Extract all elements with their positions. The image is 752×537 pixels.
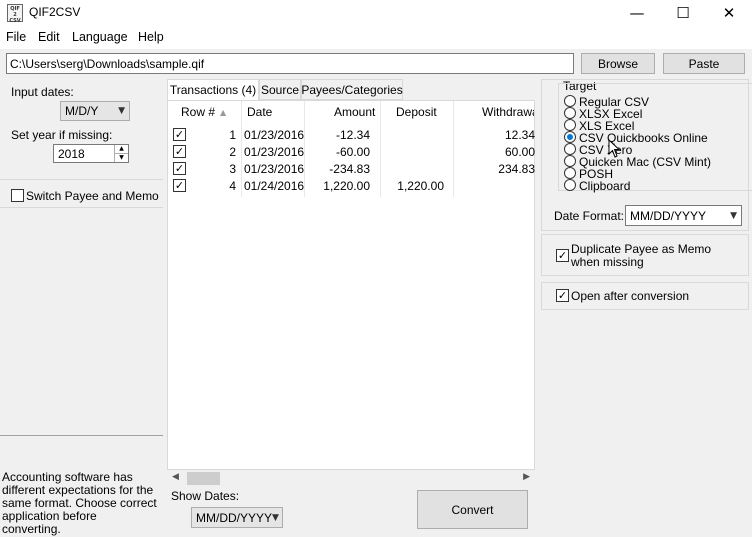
row-amount: -12.34: [335, 128, 370, 142]
row-checkbox[interactable]: ✓: [173, 145, 186, 158]
divider: [0, 207, 163, 208]
paste-button[interactable]: Paste: [663, 53, 745, 74]
row-date: 01/23/2016: [244, 128, 305, 142]
open-after-checkbox[interactable]: ✓: [556, 289, 569, 302]
table-row[interactable]: ✓ 1 01/23/2016 -12.34 12.34: [168, 126, 536, 143]
menu-edit[interactable]: Edit: [38, 30, 60, 44]
menu-language[interactable]: Language: [72, 30, 128, 44]
table-row[interactable]: ✓ 4 01/24/2016 1,220.00 1,220.00: [168, 177, 536, 194]
maximize-icon: ☐: [676, 4, 690, 22]
menu-help[interactable]: Help: [138, 30, 164, 44]
radio-posh[interactable]: [564, 167, 576, 179]
column-header[interactable]: Deposit: [396, 105, 437, 119]
row-deposit: 1,220.00: [397, 179, 444, 193]
row-number: 1: [229, 128, 236, 142]
scrollbar-thumb[interactable]: [187, 472, 220, 485]
scroll-left-icon[interactable]: ◀: [172, 472, 179, 482]
row-amount: 1,220.00: [323, 179, 370, 193]
row-withdrawal: 234.83: [498, 162, 535, 176]
tab-transactions[interactable]: Transactions (4): [167, 79, 259, 101]
year-label: Set year if missing:: [11, 128, 113, 142]
scroll-right-icon[interactable]: ▶: [523, 472, 530, 482]
chevron-down-icon: ▼: [118, 106, 125, 116]
title-bar: QIF 2 CSV QIF2CSV — ☐ ✕: [0, 0, 752, 26]
menu-file[interactable]: File: [6, 30, 26, 44]
row-number: 2: [229, 145, 236, 159]
transactions-panel: Transactions (4) Source Payees/Categorie…: [163, 79, 538, 537]
row-number: 4: [229, 179, 236, 193]
year-stepper[interactable]: 2018 ▲ ▼: [53, 144, 129, 163]
chevron-down-icon: ▼: [730, 210, 737, 221]
minimize-button[interactable]: —: [614, 0, 660, 26]
radio-regular-csv[interactable]: [564, 95, 576, 107]
table-header: Row # ▲ Date Amount Deposit Withdrawal: [168, 101, 534, 125]
column-header[interactable]: Row #: [181, 105, 215, 119]
radio-csv-quickbooks-online[interactable]: [564, 131, 576, 143]
decrement-icon[interactable]: ▼: [114, 153, 128, 162]
convert-button[interactable]: Convert: [417, 490, 528, 529]
row-amount: -60.00: [335, 145, 370, 159]
input-dates-label: Input dates:: [11, 85, 74, 99]
table-row[interactable]: ✓ 2 01/23/2016 -60.00 60.00: [168, 143, 536, 160]
switch-payee-label: Switch Payee and Memo: [26, 189, 159, 203]
minimize-icon: —: [629, 4, 645, 22]
radio-clipboard[interactable]: [564, 179, 576, 191]
mouse-cursor-icon: [608, 139, 621, 158]
row-amount: -234.83: [329, 162, 370, 176]
date-format-value: MM/DD/YYYY: [630, 208, 707, 223]
target-panel: Target Regular CSV XLSX Excel XLS Excel …: [538, 79, 752, 537]
window-title: QIF2CSV: [29, 5, 81, 19]
open-after-label: Open after conversion: [571, 289, 690, 303]
show-dates-select[interactable]: MM/DD/YYYY ▼: [191, 507, 283, 528]
radio-csv-xero[interactable]: [564, 143, 576, 155]
input-dates-value: M/D/Y: [65, 104, 99, 118]
input-dates-select[interactable]: M/D/Y ▼: [60, 101, 130, 121]
date-format-label: Date Format:: [554, 209, 625, 223]
column-header[interactable]: Amount: [334, 105, 375, 119]
row-withdrawal: 12.34: [504, 128, 535, 142]
divider: [0, 179, 163, 180]
chevron-down-icon: ▼: [272, 512, 279, 523]
row-checkbox[interactable]: ✓: [173, 179, 186, 192]
menu-bar: File Edit Language Help: [0, 27, 752, 49]
transactions-table: Row # ▲ Date Amount Deposit Withdrawal ✓…: [167, 100, 535, 470]
horizontal-scrollbar[interactable]: ◀ ▶: [167, 470, 535, 487]
target-option-label: Clipboard: [579, 179, 631, 193]
row-number: 3: [229, 162, 236, 176]
show-dates-value: MM/DD/YYYY: [196, 510, 273, 525]
divider: [0, 435, 163, 436]
row-date: 01/23/2016: [244, 145, 305, 159]
table-row[interactable]: ✓ 3 01/23/2016 -234.83 234.83: [168, 160, 536, 177]
radio-xlsx-excel[interactable]: [564, 107, 576, 119]
radio-quicken-mac[interactable]: [564, 155, 576, 167]
row-checkbox[interactable]: ✓: [173, 128, 186, 141]
column-header[interactable]: Date: [247, 105, 272, 119]
maximize-button[interactable]: ☐: [660, 0, 706, 26]
browse-button[interactable]: Browse: [581, 53, 655, 74]
radio-xls-excel[interactable]: [564, 119, 576, 131]
show-dates-label: Show Dates:: [171, 489, 240, 503]
help-text: Accounting software has different expect…: [2, 470, 157, 536]
row-date: 01/23/2016: [244, 162, 305, 176]
tab-payees[interactable]: Payees/Categories: [301, 79, 403, 100]
close-icon: ✕: [722, 4, 736, 22]
duplicate-payee-checkbox[interactable]: ✓: [556, 249, 569, 262]
row-checkbox[interactable]: ✓: [173, 162, 186, 175]
date-format-select[interactable]: MM/DD/YYYY ▼: [625, 205, 742, 226]
row-withdrawal: 60.00: [504, 145, 535, 159]
sort-up-icon: ▲: [220, 108, 227, 117]
switch-payee-checkbox[interactable]: [11, 189, 24, 202]
column-header[interactable]: Withdrawal: [482, 105, 534, 119]
duplicate-payee-label: Duplicate Payee as Memo when missing: [571, 242, 712, 269]
tab-source[interactable]: Source: [259, 79, 301, 100]
increment-icon[interactable]: ▲: [114, 145, 128, 153]
year-value: 2018: [58, 147, 85, 161]
row-date: 01/24/2016: [244, 179, 305, 193]
close-button[interactable]: ✕: [706, 0, 752, 26]
app-icon: QIF 2 CSV: [7, 4, 23, 24]
options-panel: Input dates: M/D/Y ▼ Set year if missing…: [0, 79, 163, 537]
file-path-input[interactable]: C:\Users\serg\Downloads\sample.qif: [6, 53, 574, 74]
